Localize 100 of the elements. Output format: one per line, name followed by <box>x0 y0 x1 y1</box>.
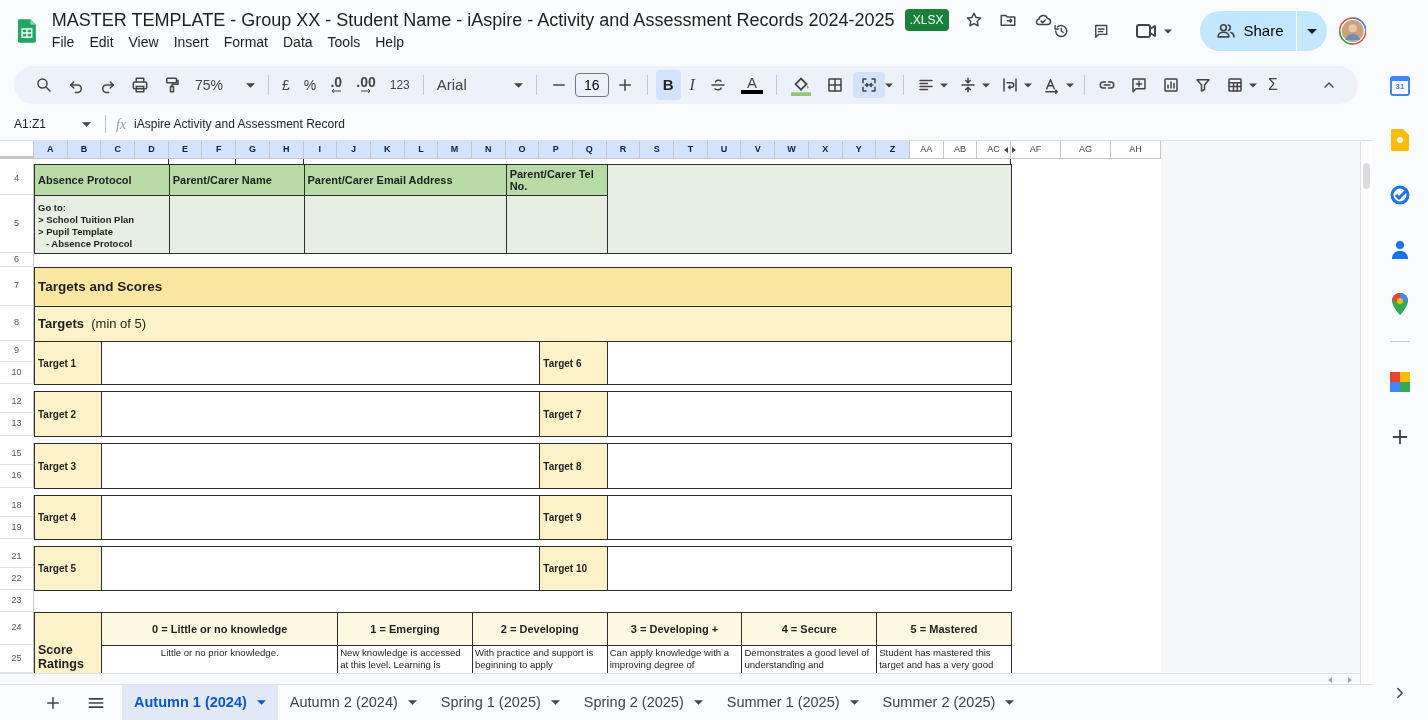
star-icon[interactable] <box>964 11 983 29</box>
column-header[interactable]: C <box>101 141 136 159</box>
column-header[interactable]: N <box>471 141 506 159</box>
text-rotation-icon[interactable] <box>1042 76 1061 94</box>
caret-icon[interactable] <box>1163 28 1172 34</box>
column-header[interactable]: J <box>337 141 371 159</box>
column-header[interactable]: H <box>269 141 304 159</box>
calendar-icon[interactable]: 31 <box>1390 76 1410 96</box>
column-header[interactable]: F <box>202 141 237 159</box>
contacts-icon[interactable] <box>1392 239 1408 259</box>
row-header[interactable]: 12 <box>0 391 34 413</box>
column-header[interactable]: O <box>505 141 540 159</box>
column-header[interactable]: W <box>775 141 809 159</box>
caret-icon[interactable] <box>82 121 91 127</box>
hidden-columns-icon[interactable] <box>1003 147 1016 153</box>
row-header[interactable]: 13 <box>0 413 34 436</box>
row-header[interactable]: 22 <box>0 568 34 590</box>
row-header[interactable]: 4 <box>0 164 34 195</box>
people-icon[interactable] <box>1215 21 1236 41</box>
bold-button[interactable]: B <box>655 69 681 101</box>
sheet-tab[interactable]: Autumn 2 (2024) <box>277 684 429 720</box>
row-header[interactable]: 23 <box>0 590 34 612</box>
merge-cells-button[interactable] <box>852 72 885 98</box>
column-header[interactable]: Q <box>573 141 607 159</box>
column-header[interactable]: AA <box>909 141 944 159</box>
row-header[interactable]: 19 <box>0 517 34 539</box>
sheet-tab[interactable]: Autumn 1 (2024) <box>122 684 278 720</box>
caret-icon[interactable] <box>1065 82 1074 88</box>
sheet-tab[interactable]: Spring 2 (2025) <box>571 684 715 720</box>
column-header[interactable]: G <box>236 141 270 159</box>
borders-icon[interactable] <box>825 76 844 94</box>
column-header[interactable]: AG <box>1060 141 1111 159</box>
column-header[interactable]: AC <box>977 141 1011 159</box>
row-header[interactable]: 9 <box>0 341 34 362</box>
row-header[interactable]: 5 <box>0 195 34 253</box>
merge-icon[interactable] <box>859 76 878 94</box>
row-header[interactable]: 15 <box>0 443 34 465</box>
row-header[interactable]: 21 <box>0 546 34 568</box>
text-color-button[interactable]: A <box>740 76 763 94</box>
column-header[interactable]: V <box>741 141 776 159</box>
number-format-button[interactable]: 123 <box>389 76 410 94</box>
tasks-icon[interactable] <box>1390 185 1410 205</box>
column-header[interactable]: B <box>67 141 102 159</box>
currency-button[interactable]: £ <box>282 74 290 96</box>
column-header[interactable]: M <box>438 141 472 159</box>
search-icon[interactable] <box>35 76 53 94</box>
column-header[interactable]: T <box>674 141 708 159</box>
increase-decimal-button[interactable]: .00 <box>356 76 376 94</box>
column-header[interactable]: U <box>707 141 742 159</box>
vertical-scrollbar[interactable] <box>1360 141 1372 684</box>
row-header[interactable]: 8 <box>0 306 34 341</box>
filter-icon[interactable] <box>1193 76 1212 94</box>
menu-item[interactable]: Help <box>375 32 405 53</box>
decrease-decimal-button[interactable]: .0 <box>330 76 343 94</box>
row-header[interactable]: 10 <box>0 362 34 384</box>
column-header[interactable]: I <box>303 141 338 159</box>
menu-item[interactable]: Format <box>223 32 268 53</box>
strikethrough-icon[interactable] <box>708 76 727 94</box>
column-header[interactable]: Z <box>876 141 910 159</box>
column-header[interactable]: D <box>135 141 169 159</box>
menu-item[interactable]: Insert <box>173 32 209 53</box>
column-header[interactable]: A <box>34 141 68 159</box>
text-wrap-icon[interactable] <box>1000 76 1019 94</box>
menu-item[interactable]: Tools <box>327 32 361 53</box>
row-header[interactable]: 24 <box>0 612 34 645</box>
column-header[interactable]: S <box>640 141 675 159</box>
vertical-align-icon[interactable] <box>958 76 977 94</box>
row-header[interactable]: 25 <box>0 645 34 673</box>
chart-icon[interactable] <box>1161 76 1180 94</box>
column-header[interactable]: AB <box>943 141 978 159</box>
column-header[interactable]: K <box>370 141 405 159</box>
caret-icon[interactable] <box>884 82 893 88</box>
caret-icon[interactable] <box>981 82 990 88</box>
document-title[interactable]: MASTER TEMPLATE - Group XX - Student Name - iAspire - Activity and Assessment Records 2024-2025 <box>51 9 895 31</box>
print-icon[interactable] <box>131 76 149 94</box>
font-size-field[interactable]: 16 <box>574 73 609 97</box>
column-header[interactable]: L <box>404 141 439 159</box>
sheet-tab[interactable]: Summer 1 (2025) <box>714 684 871 720</box>
sheet-tab[interactable]: Spring 1 (2025) <box>428 684 572 720</box>
table-icon[interactable] <box>1225 76 1244 94</box>
menu-item[interactable]: Edit <box>89 32 114 53</box>
menu-item[interactable]: View <box>128 32 159 53</box>
column-header[interactable]: P <box>539 141 573 159</box>
column-header[interactable]: E <box>168 141 203 159</box>
column-header[interactable]: AF <box>1010 141 1061 159</box>
percent-button[interactable]: % <box>303 74 317 96</box>
column-header[interactable]: R <box>606 141 641 159</box>
name-box[interactable]: A1:Z1 <box>0 115 70 133</box>
caret-icon[interactable] <box>1248 82 1257 88</box>
column-header[interactable]: Y <box>842 141 877 159</box>
caret-icon[interactable] <box>1023 82 1032 88</box>
menu-item[interactable]: Data <box>283 32 313 53</box>
add-comment-icon[interactable] <box>1129 76 1148 94</box>
menu-item[interactable]: File <box>51 32 75 53</box>
row-header[interactable]: 6 <box>0 253 34 267</box>
zoom-dropdown[interactable]: 75% <box>195 74 255 96</box>
row-header[interactable]: 16 <box>0 465 34 488</box>
sheet-tab[interactable]: Summer 2 (2025) <box>870 684 1027 720</box>
paint-format-icon[interactable] <box>163 76 181 94</box>
column-header[interactable]: AH <box>1110 141 1161 159</box>
